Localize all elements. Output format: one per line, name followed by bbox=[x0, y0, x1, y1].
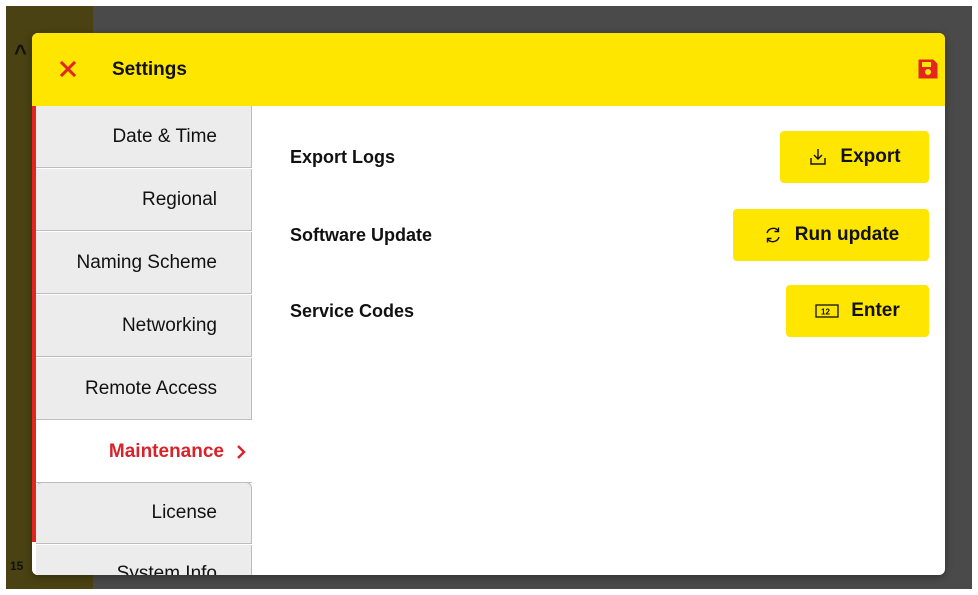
enter-button-label: Enter bbox=[851, 300, 900, 321]
background-glyph: ^ bbox=[14, 40, 27, 65]
sidebar-item-system-info[interactable]: System Info bbox=[36, 545, 252, 575]
close-button[interactable] bbox=[56, 57, 80, 81]
export-button-label: Export bbox=[840, 146, 901, 167]
save-button[interactable] bbox=[916, 57, 940, 81]
refresh-icon bbox=[763, 225, 783, 245]
run-update-button[interactable]: Run update bbox=[733, 209, 929, 261]
dialog-header: Settings bbox=[32, 33, 945, 106]
export-logs-label: Export Logs bbox=[290, 147, 396, 167]
sidebar-item-label: Remote Access bbox=[85, 377, 217, 399]
download-icon bbox=[808, 147, 828, 167]
enter-button[interactable]: 12 Enter bbox=[786, 285, 929, 337]
sidebar-item-license[interactable]: License bbox=[36, 482, 252, 544]
sidebar-accent-bar bbox=[32, 106, 36, 542]
svg-text:12: 12 bbox=[821, 308, 830, 317]
keypad-icon: 12 bbox=[815, 303, 839, 319]
software-update-label: Software Update bbox=[290, 225, 433, 245]
settings-dialog: Settings Date & Time Regional Naming Sch… bbox=[32, 33, 945, 575]
sidebar-item-date-time[interactable]: Date & Time bbox=[36, 106, 252, 168]
sidebar-item-label: Maintenance bbox=[108, 440, 224, 462]
sidebar-item-naming-scheme[interactable]: Naming Scheme bbox=[36, 232, 252, 294]
sidebar-item-regional[interactable]: Regional bbox=[36, 169, 252, 231]
sidebar-item-label: System Info bbox=[116, 563, 217, 575]
chevron-right-icon bbox=[236, 444, 246, 460]
sidebar-item-remote-access[interactable]: Remote Access bbox=[36, 358, 252, 420]
service-codes-label: Service Codes bbox=[290, 301, 415, 321]
close-icon bbox=[60, 61, 76, 77]
save-icon bbox=[918, 59, 938, 79]
sidebar-item-networking[interactable]: Networking bbox=[36, 295, 252, 357]
export-button[interactable]: Export bbox=[780, 131, 929, 183]
dialog-title: Settings bbox=[112, 59, 187, 80]
sidebar-item-label: License bbox=[151, 502, 218, 523]
sidebar-item-maintenance[interactable]: Maintenance bbox=[36, 421, 252, 483]
sidebar-item-label: Date & Time bbox=[112, 125, 217, 147]
background-number: 15 bbox=[10, 559, 24, 573]
sidebar-item-label: Networking bbox=[121, 314, 217, 336]
sidebar-item-label: Regional bbox=[142, 188, 217, 210]
run-update-button-label: Run update bbox=[794, 224, 900, 245]
sidebar-item-label: Naming Scheme bbox=[76, 251, 217, 273]
